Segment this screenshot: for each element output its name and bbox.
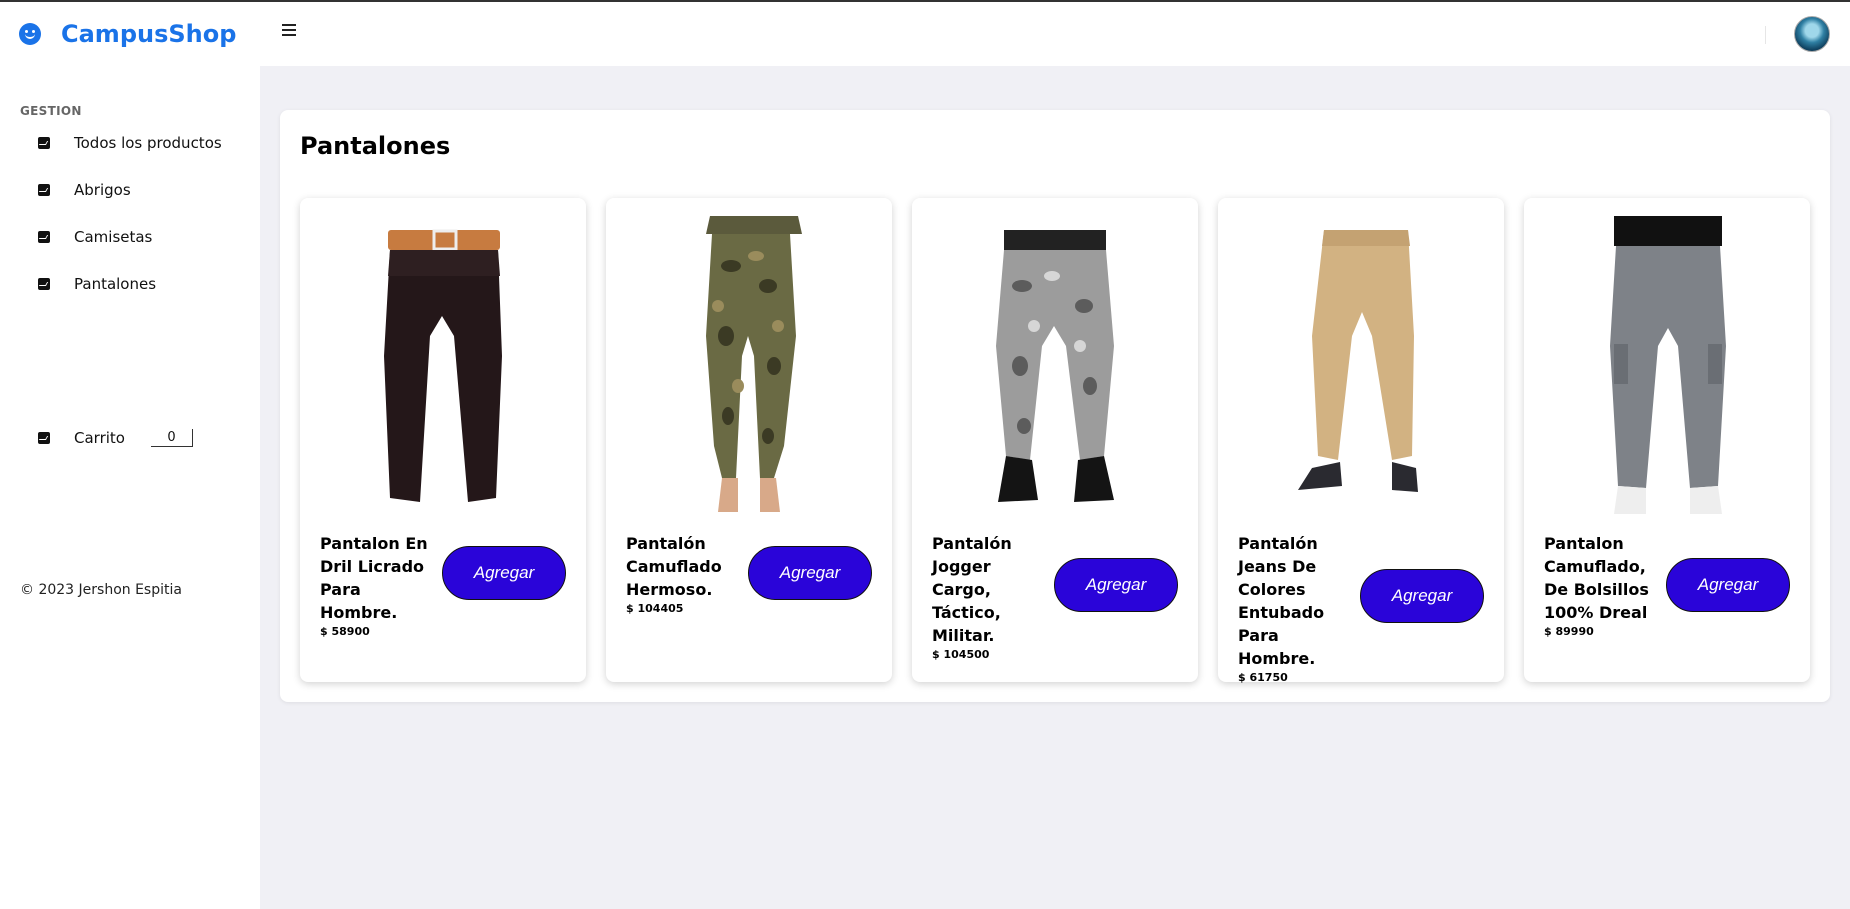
product-name: Pantalón Jeans De Colores Entubado Para … — [1238, 532, 1356, 685]
product-price: $ 104405 — [626, 602, 684, 615]
sidebar-heading: GESTION — [20, 104, 82, 118]
add-to-cart-button[interactable]: Agregar — [442, 546, 566, 600]
product-price: $ 104500 — [932, 648, 990, 661]
product-price: $ 89990 — [1544, 625, 1594, 638]
product-card: Pantalón Jeans De Colores Entubado Para … — [1218, 198, 1504, 685]
add-to-cart-button[interactable]: Agregar — [748, 546, 872, 600]
add-to-cart-button[interactable]: Agregar — [1360, 569, 1484, 623]
product-card: Pantalon Camuflado, De Bolsillos 100% Dr… — [1524, 198, 1810, 682]
product-card: Pantalón Camuflado Hermoso. $ 104405 Agr… — [606, 198, 892, 682]
sidebar-item-camisetas[interactable]: Camisetas — [38, 228, 152, 246]
product-card: Pantalón Jogger Cargo, Táctico, Militar.… — [912, 198, 1198, 682]
cart-count: 0 — [150, 429, 193, 447]
top-bar: CampusShop — [0, 0, 1850, 66]
product-name: Pantalon Camuflado, De Bolsillos 100% Dr… — [1544, 532, 1662, 639]
smiley-logo-icon — [19, 23, 41, 45]
cart-label: Carrito — [74, 429, 125, 447]
product-name: Pantalón Jogger Cargo, Táctico, Militar.… — [932, 532, 1050, 662]
user-avatar[interactable] — [1794, 16, 1830, 52]
products-panel: Pantalones Pantalon En Dril Licrado Para… — [280, 110, 1830, 702]
product-name: Pantalon En Dril Licrado Para Hombre. $ … — [320, 532, 438, 639]
sidebar-item-label: Pantalones — [74, 275, 157, 293]
product-image — [1610, 216, 1726, 514]
hamburger-menu-icon[interactable] — [282, 24, 296, 38]
product-image — [706, 216, 802, 512]
brand[interactable]: CampusShop — [19, 20, 236, 48]
sidebar-item-label: Camisetas — [74, 228, 153, 246]
product-image — [384, 229, 502, 502]
product-name: Pantalón Camuflado Hermoso. $ 104405 — [626, 532, 744, 616]
sidebar-item-label: Todos los productos — [74, 134, 222, 152]
sidebar-item-carrito[interactable]: Carrito 0 — [38, 429, 193, 447]
divider — [1765, 26, 1766, 44]
product-card: Pantalon En Dril Licrado Para Hombre. $ … — [300, 198, 586, 682]
sidebar-item-abrigos[interactable]: Abrigos — [38, 181, 131, 199]
copyright: © 2023 Jershon Espitia — [20, 582, 182, 598]
sidebar-item-label: Abrigos — [74, 181, 131, 199]
product-price: $ 61750 — [1238, 671, 1288, 684]
brand-name[interactable]: CampusShop — [61, 20, 236, 48]
product-image — [1298, 230, 1418, 492]
add-to-cart-button[interactable]: Agregar — [1054, 558, 1178, 612]
sidebar-item-pantalones[interactable]: Pantalones — [38, 275, 156, 293]
page-title: Pantalones — [300, 132, 451, 160]
sidebar: GESTION Todos los productos Abrigos Cami… — [0, 66, 260, 909]
sidebar-item-todos-los-productos[interactable]: Todos los productos — [38, 134, 222, 152]
chart-icon — [38, 432, 50, 444]
add-to-cart-button[interactable]: Agregar — [1666, 558, 1790, 612]
chart-icon — [38, 137, 50, 149]
product-image — [996, 230, 1114, 502]
product-price: $ 58900 — [320, 625, 370, 638]
chart-icon — [38, 278, 50, 290]
chart-icon — [38, 184, 50, 196]
chart-icon — [38, 231, 50, 243]
